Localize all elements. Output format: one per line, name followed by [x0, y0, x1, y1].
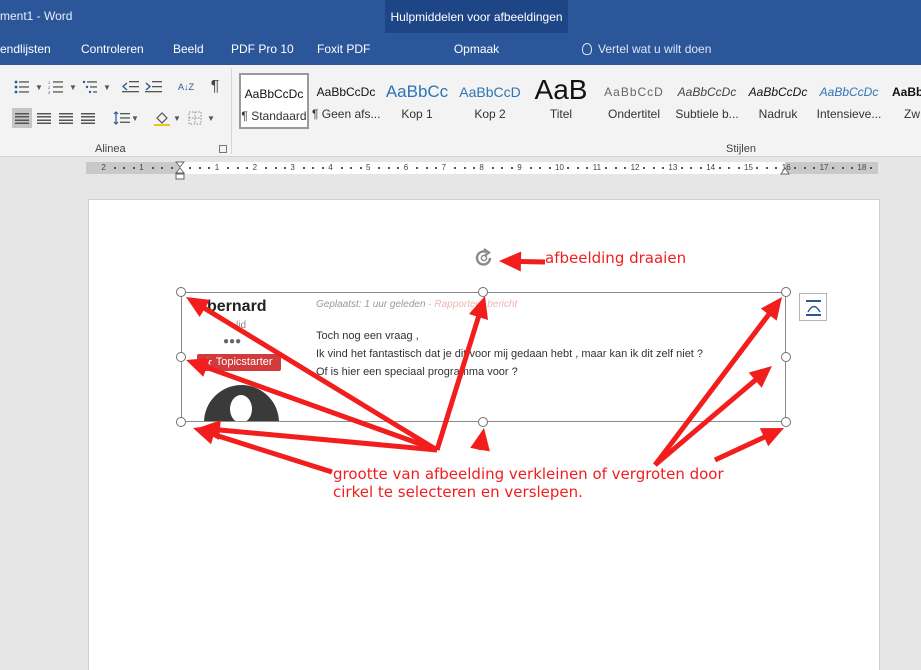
- annotation-arrow: [713, 428, 784, 463]
- annotation-arrow: [470, 428, 490, 452]
- annotation-arrow: [499, 251, 546, 272]
- annotation-arrows: [186, 251, 784, 475]
- annotation-arrow: [653, 366, 772, 467]
- annotation-resize-line2: cirkel te selecteren en verslepen.: [333, 483, 583, 501]
- annotation-resize-line1: grootte van afbeelding verkleinen of ver…: [333, 465, 724, 483]
- annotation-rotate: afbeelding draaien: [545, 249, 687, 267]
- annotation-arrow: [434, 296, 488, 451]
